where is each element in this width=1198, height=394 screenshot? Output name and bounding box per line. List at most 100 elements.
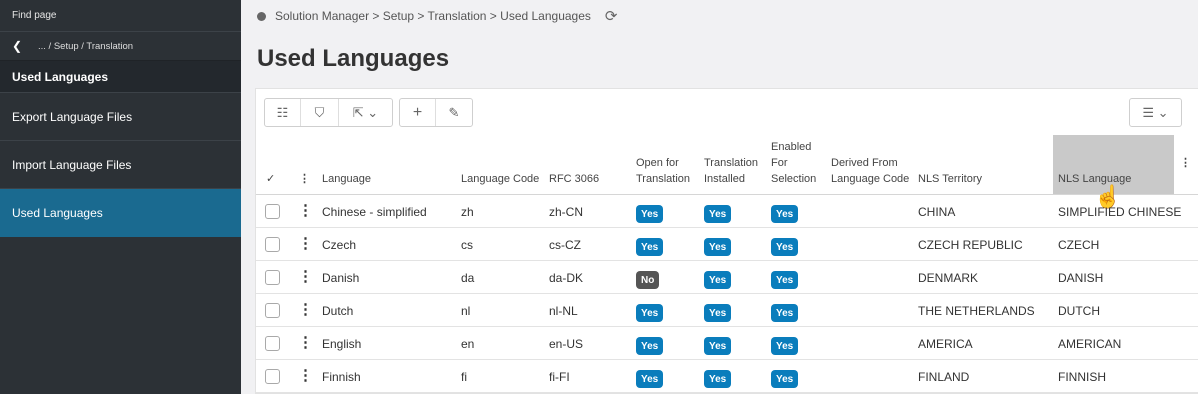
cell-nls-territory: DENMARK [918, 270, 979, 285]
cell-language: Chinese - simplified [322, 204, 427, 219]
page-title: Used Languages [257, 45, 450, 72]
sidebar-item-label: Import Language Files [12, 157, 132, 172]
refresh-icon[interactable]: ⟳ [605, 7, 618, 25]
cell-nls-territory: CZECH REPUBLIC [918, 237, 1023, 252]
main-content: Solution Manager > Setup > Translation >… [241, 0, 1198, 394]
row-checkbox[interactable] [265, 237, 280, 252]
open-for-translation-badge: Yes [636, 304, 664, 322]
translation-installed-badge: Yes [704, 304, 732, 322]
cell-language: Danish [322, 270, 360, 285]
row-kebab-icon[interactable]: ⋮ [298, 203, 313, 218]
table-body: ⋮ Chinese - simplified zh zh-CN Yes Yes Yes CHI… [256, 195, 1198, 393]
row-kebab-icon[interactable]: ⋮ [298, 368, 313, 383]
row-checkbox[interactable] [265, 303, 280, 318]
sidebar-item-label: Export Language Files [12, 109, 133, 124]
translation-installed-badge: Yes [704, 205, 732, 223]
cell-nls-language: SIMPLIFIED CHINESE [1058, 204, 1182, 219]
table-row[interactable]: ⋮ Danish da da-DK No Yes Yes DENMARK DANISH [256, 261, 1198, 294]
sidebar-item-label: Used Languages [12, 205, 103, 220]
row-kebab-icon[interactable]: ⋮ [298, 269, 313, 284]
cell-language: Finnish [322, 369, 361, 384]
cell-rfc-3066: zh-CN [549, 204, 584, 219]
open-for-translation-badge: Yes [636, 205, 664, 223]
sidebar-item-export-language-files[interactable]: Export Language Files [0, 93, 241, 141]
cell-nls-language: AMERICAN [1058, 336, 1122, 351]
add-icon[interactable]: + [400, 99, 436, 126]
translation-installed-badge: Yes [704, 337, 732, 355]
cell-rfc-3066: en-US [549, 336, 584, 351]
row-checkbox[interactable] [265, 204, 280, 219]
row-checkbox[interactable] [265, 369, 280, 384]
header-kebab-icon[interactable]: ⋮ [299, 171, 310, 187]
cell-language: English [322, 336, 362, 351]
edit-toolbar-group: + ✎ [399, 98, 473, 127]
column-header-nls-territory[interactable]: NLS Territory [918, 171, 982, 187]
navigate-back-button[interactable]: ❮ ... / Setup / Translation [0, 32, 241, 61]
header-text: Enabled [771, 141, 812, 153]
cell-language-code: da [461, 270, 475, 285]
filter-icon[interactable]: ⛉ [301, 99, 339, 126]
table-row[interactable]: ⋮ Chinese - simplified zh zh-CN Yes Yes Yes CHI… [256, 195, 1198, 228]
row-kebab-icon[interactable]: ⋮ [298, 236, 313, 251]
sidebar-title: Used Languages [0, 61, 241, 93]
table-header: ✓ ⋮ Language Language Code RFC 3066 Open… [256, 135, 1198, 209]
table-row[interactable]: ⋮ Finnish fi fi-FI Yes Yes Yes FINLAND FINNISH [256, 360, 1198, 393]
column-header-derived-from-language-code[interactable]: Derived From Language Code [831, 155, 909, 187]
translation-installed-badge: Yes [704, 370, 732, 388]
cell-nls-language: FINNISH [1058, 369, 1106, 384]
sidebar-item-import-language-files[interactable]: Import Language Files [0, 141, 241, 189]
header-text: Translation [704, 157, 759, 169]
table-row[interactable]: ⋮ Dutch nl nl-NL Yes Yes Yes THE NETHERLANDS DUT… [256, 294, 1198, 327]
header-text: Open for [636, 157, 679, 169]
column-header-language-code[interactable]: Language Code [461, 171, 539, 187]
header-text: Translation [636, 173, 691, 185]
table-row[interactable]: ⋮ English en en-US Yes Yes Yes AMERICA AMERICAN [256, 327, 1198, 360]
row-kebab-icon[interactable]: ⋮ [298, 335, 313, 350]
header-text: Derived From [831, 157, 898, 169]
cell-nls-language: CZECH [1058, 237, 1100, 252]
edit-pencil-icon[interactable]: ✎ [436, 99, 472, 126]
row-kebab-icon[interactable]: ⋮ [298, 302, 313, 317]
column-header-open-for-translation[interactable]: Open for Translation [636, 155, 690, 187]
cell-nls-territory: FINLAND [918, 369, 970, 384]
open-for-translation-badge: Yes [636, 337, 664, 355]
cell-nls-territory: THE NETHERLANDS [918, 303, 1035, 318]
column-header-rfc-3066[interactable]: RFC 3066 [549, 171, 599, 187]
cell-nls-language: DUTCH [1058, 303, 1100, 318]
select-all-checkmark[interactable]: ✓ [266, 171, 275, 187]
languages-table: ✓ ⋮ Language Language Code RFC 3066 Open… [256, 135, 1198, 393]
breadcrumb: Solution Manager > Setup > Translation >… [241, 0, 1198, 32]
breadcrumb-path[interactable]: Solution Manager > Setup > Translation >… [275, 9, 591, 23]
cell-rfc-3066: da-DK [549, 270, 584, 285]
column-header-translation-installed[interactable]: Translation Installed [704, 155, 758, 187]
enabled-for-selection-badge: Yes [771, 337, 799, 355]
column-header-enabled-for-selection[interactable]: Enabled For Selection [771, 139, 816, 187]
table-panel: ☷ ⛉ ⇱ ⌄ + ✎ ☰ ⌄ ✓ ⋮ Language Language Co… [255, 88, 1198, 394]
status-dot-icon [257, 11, 266, 21]
cell-language-code: nl [461, 303, 471, 318]
translation-installed-badge: Yes [704, 271, 732, 289]
open-for-translation-badge: Yes [636, 370, 664, 388]
row-checkbox[interactable] [265, 270, 280, 285]
column-options-kebab-icon[interactable]: ⋮ [1180, 155, 1191, 171]
cell-nls-territory: CHINA [918, 204, 956, 219]
cell-language-code: fi [461, 369, 467, 384]
list-view-icon[interactable]: ☷ [265, 99, 301, 126]
sidebar-item-used-languages[interactable]: Used Languages [0, 189, 241, 237]
column-header-language[interactable]: Language [322, 171, 371, 187]
table-layout-dropdown-icon[interactable]: ☰ ⌄ [1130, 99, 1181, 126]
open-for-translation-badge: No [636, 271, 660, 289]
toolbar: ☷ ⛉ ⇱ ⌄ + ✎ ☰ ⌄ [256, 89, 1198, 135]
find-page-label: Find page [12, 10, 57, 21]
cell-language-code: en [461, 336, 475, 351]
back-path-label: ... / Setup / Translation [38, 40, 134, 52]
header-text: For [771, 157, 788, 169]
row-checkbox[interactable] [265, 336, 280, 351]
find-page-search[interactable]: Find page [0, 0, 241, 32]
enabled-for-selection-badge: Yes [771, 271, 799, 289]
sidebar: Find page ❮ ... / Setup / Translation Us… [0, 0, 241, 394]
table-row[interactable]: ⋮ Czech cs cs-CZ Yes Yes Yes CZECH REPUBLIC CZEC… [256, 228, 1198, 261]
enabled-for-selection-badge: Yes [771, 370, 799, 388]
export-dropdown-icon[interactable]: ⇱ ⌄ [339, 99, 392, 126]
cell-nls-territory: AMERICA [918, 336, 973, 351]
